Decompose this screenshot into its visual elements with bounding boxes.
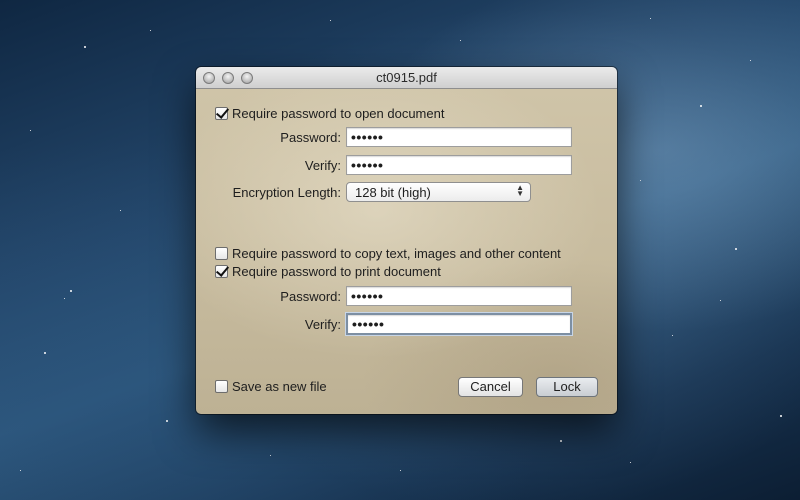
require-open-password-label: Require password to open document [232,105,445,121]
require-copy-password-label: Require password to copy text, images an… [232,245,561,261]
open-password-field[interactable]: •••••• [346,127,572,147]
require-open-password-option[interactable]: Require password to open document [215,104,444,122]
require-print-password-option[interactable]: Require password to print document [215,262,441,280]
print-password-field[interactable]: •••••• [346,286,572,306]
encryption-length-label: Encryption Length: [232,185,341,200]
print-verify-label: Verify: [304,317,341,332]
require-open-password-checkbox[interactable] [215,106,228,120]
print-password-label: Password: [280,289,341,304]
window-title: ct0915.pdf [376,70,437,85]
window-titlebar[interactable]: ct0915.pdf [196,67,617,89]
open-password-label: Password: [280,130,341,145]
encrypt-pdf-window: ct0915.pdf Require password to open docu… [196,67,617,414]
chevron-updown-icon: ▲ ▼ [516,183,524,198]
require-copy-password-option[interactable]: Require password to copy text, images an… [215,244,561,262]
lock-button[interactable]: Lock [536,377,598,397]
save-as-new-file-option[interactable]: Save as new file [215,377,327,395]
save-as-new-file-label: Save as new file [232,378,327,394]
save-as-new-file-checkbox[interactable] [215,379,228,393]
open-verify-field[interactable]: •••••• [346,155,572,175]
open-verify-label: Verify: [304,158,341,173]
print-verify-field[interactable]: •••••• [346,313,572,335]
dialog-content: Require password to open document Passwo… [196,89,617,414]
require-print-password-label: Require password to print document [232,263,441,279]
require-copy-password-checkbox[interactable] [215,246,228,260]
encryption-length-value: 128 bit (high) [355,185,431,200]
require-print-password-checkbox[interactable] [215,264,228,278]
encryption-length-select[interactable]: 128 bit (high) ▲ ▼ [346,182,531,202]
cancel-button[interactable]: Cancel [458,377,523,397]
